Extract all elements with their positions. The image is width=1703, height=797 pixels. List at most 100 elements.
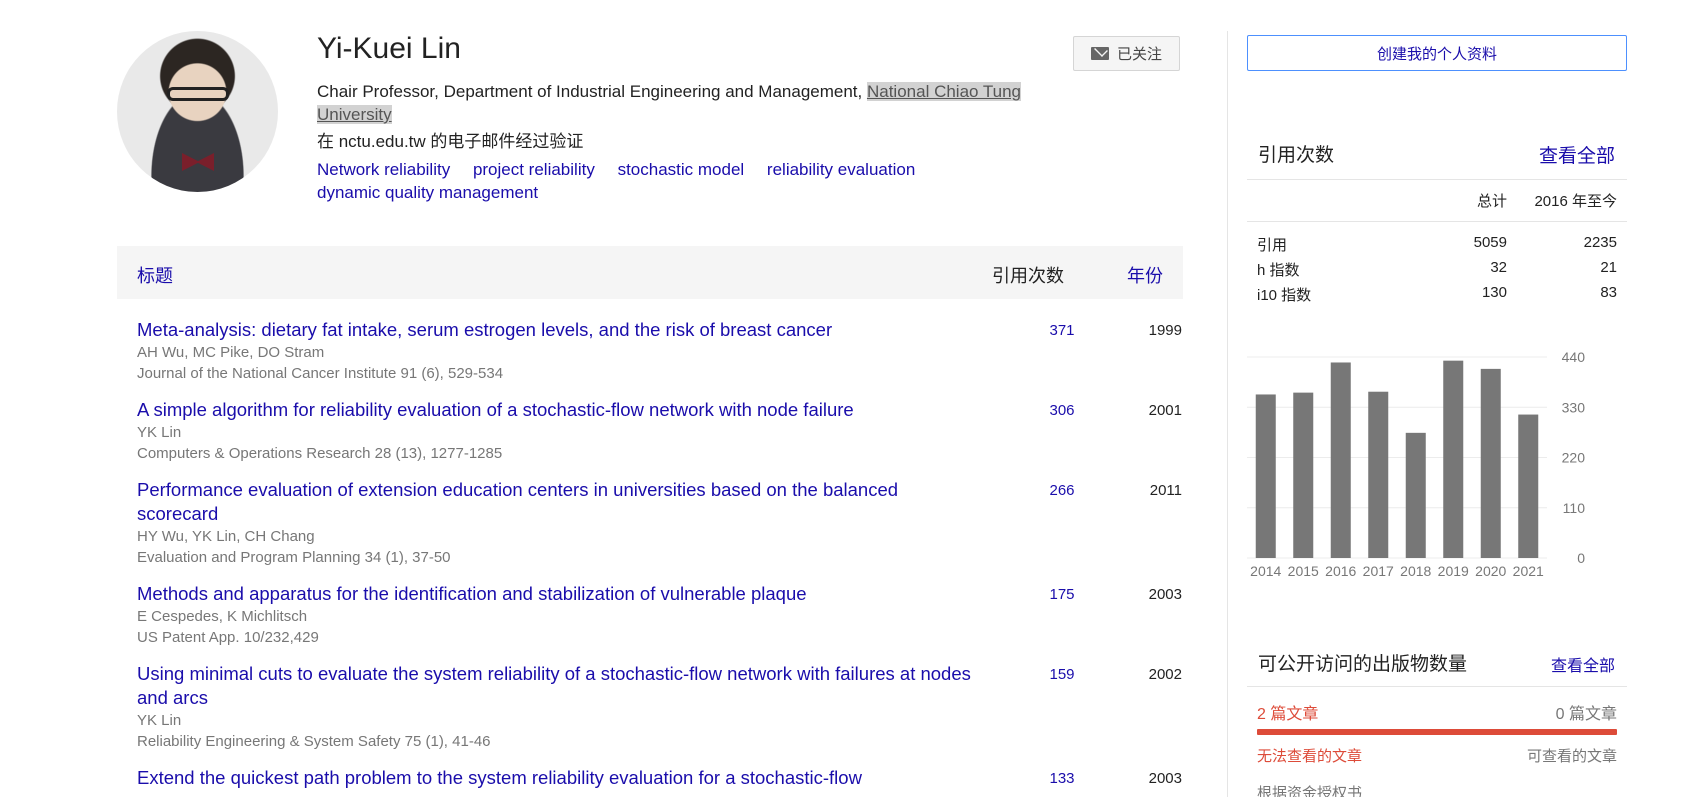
x-tick-label: 2021 — [1513, 563, 1544, 579]
publication-title[interactable]: Methods and apparatus for the identifica… — [137, 582, 977, 606]
publication-year: 2003 — [1148, 586, 1182, 603]
create-profile-button[interactable]: 创建我的个人资料 — [1247, 35, 1627, 71]
see-all-citations-link[interactable]: 查看全部 — [1539, 141, 1615, 168]
citation-metrics: 总计 2016 年至今 — [1247, 190, 1627, 210]
publication-title[interactable]: Extend the quickest path problem to the … — [137, 766, 977, 790]
interest-link[interactable]: reliability evaluation — [767, 160, 915, 179]
profile-name: Yi-Kuei Lin — [317, 32, 461, 65]
divider — [1247, 686, 1627, 687]
chart-bar[interactable] — [1330, 362, 1351, 558]
publication-year: 2002 — [1148, 666, 1182, 683]
citation-metrics-rows: 引用 5059 2235 h 指数 32 21 i10 指数 130 83 — [1247, 234, 1627, 309]
table-row: Meta-analysis: dietary fat intake, serum… — [137, 318, 1183, 384]
citation-count[interactable]: 175 — [1022, 586, 1102, 603]
available-label: 可查看的文章 — [1526, 748, 1617, 765]
citation-count[interactable]: 159 — [1022, 666, 1102, 683]
table-row: A simple algorithm for reliability evalu… — [137, 398, 1183, 464]
table-row: Performance evaluation of extension educ… — [137, 478, 1183, 568]
col-total: 总计 — [1476, 193, 1507, 210]
x-tick-label: 2020 — [1475, 563, 1506, 579]
divider — [1247, 221, 1627, 222]
publications-list: Meta-analysis: dietary fat intake, serum… — [137, 318, 1183, 797]
chart-bar[interactable] — [1293, 392, 1314, 558]
publication-venue: US Patent App. 10/232,429 — [137, 629, 319, 646]
sort-by-title[interactable]: 标题 — [137, 262, 173, 288]
citation-count[interactable]: 306 — [1022, 402, 1102, 419]
metric-total: 32 — [1490, 259, 1507, 276]
metric-since: 21 — [1600, 259, 1617, 276]
sort-by-citations[interactable]: 引用次数 — [992, 262, 1064, 288]
divider — [1247, 179, 1627, 180]
x-tick-label: 2014 — [1250, 563, 1281, 579]
unavailable-count[interactable]: 2 篇文章 — [1257, 700, 1318, 724]
publication-venue: Reliability Engineering & System Safety … — [137, 733, 491, 750]
x-tick-label: 2016 — [1325, 563, 1356, 579]
publication-title[interactable]: Performance evaluation of extension educ… — [137, 478, 977, 526]
y-tick-label: 0 — [1577, 550, 1585, 566]
publication-venue: Evaluation and Program Planning 34 (1), … — [137, 549, 451, 566]
x-tick-label: 2019 — [1438, 563, 1469, 579]
publications-table-header: 标题 引用次数 年份 — [117, 246, 1183, 299]
metric-total: 130 — [1481, 284, 1507, 301]
follow-label: 已关注 — [1116, 46, 1162, 63]
follow-button[interactable]: 已关注 — [1073, 36, 1180, 71]
publication-title[interactable]: A simple algorithm for reliability evalu… — [137, 398, 977, 422]
y-tick-label: 220 — [1562, 450, 1586, 466]
citation-count[interactable]: 266 — [1022, 482, 1102, 499]
sort-by-year[interactable]: 年份 — [1127, 262, 1163, 288]
metric-label: 引用 — [1257, 237, 1288, 254]
x-tick-label: 2015 — [1288, 563, 1319, 579]
publication-venue: Computers & Operations Research 28 (13),… — [137, 445, 503, 462]
cited-by-title: 引用次数 — [1258, 145, 1335, 166]
y-tick-label: 110 — [1563, 500, 1586, 516]
metric-since: 2235 — [1583, 234, 1617, 251]
envelope-icon — [1090, 47, 1109, 60]
interest-link[interactable]: Network reliability — [317, 160, 450, 179]
affiliation: Chair Professor, Department of Industria… — [317, 80, 1057, 126]
citation-count[interactable]: 133 — [1022, 770, 1102, 787]
publication-authors: YK Lin — [137, 424, 182, 441]
metric-row: i10 指数 130 83 — [1247, 284, 1627, 309]
x-tick-label: 2018 — [1400, 563, 1431, 579]
y-tick-label: 440 — [1562, 349, 1586, 365]
metrics-header: 总计 2016 年至今 — [1247, 190, 1627, 210]
chart-bar[interactable] — [1405, 432, 1426, 558]
y-tick-label: 330 — [1562, 399, 1586, 415]
metric-row: h 指数 32 21 — [1247, 259, 1627, 284]
metric-label: i10 指数 — [1257, 287, 1312, 304]
research-interests: Network reliability project reliability … — [317, 158, 1017, 204]
publication-title[interactable]: Using minimal cuts to evaluate the syste… — [137, 662, 977, 710]
publication-year: 1999 — [1148, 322, 1182, 339]
chart-bar[interactable] — [1480, 368, 1501, 558]
chart-bar[interactable] — [1518, 414, 1539, 558]
public-access-title: 可公开访问的出版物数量 — [1258, 654, 1468, 675]
column-divider — [1227, 31, 1228, 797]
see-all-public-access-link[interactable]: 查看全部 — [1551, 652, 1615, 676]
citation-count[interactable]: 371 — [1022, 322, 1102, 339]
table-row: Methods and apparatus for the identifica… — [137, 582, 1183, 648]
publication-year: 2011 — [1149, 482, 1182, 499]
verified-email: 在 nctu.edu.tw 的电子邮件经过验证 — [317, 132, 584, 151]
publication-venue: Journal of the National Cancer Institute… — [137, 365, 504, 382]
metric-since: 83 — [1600, 284, 1617, 301]
publication-authors: YK Lin — [137, 712, 182, 729]
affiliation-text: Chair Professor, Department of Industria… — [317, 82, 867, 101]
metric-label: h 指数 — [1257, 262, 1300, 279]
available-count[interactable]: 0 篇文章 — [1556, 700, 1617, 724]
table-row: Using minimal cuts to evaluate the syste… — [137, 662, 1183, 752]
publication-authors: HY Wu, YK Lin, CH Chang — [137, 528, 315, 545]
interest-link[interactable]: stochastic model — [618, 160, 745, 179]
glasses-shape — [167, 87, 229, 101]
interest-link[interactable]: project reliability — [473, 160, 595, 179]
interest-link[interactable]: dynamic quality management — [317, 183, 538, 202]
col-since: 2016 年至今 — [1534, 193, 1617, 210]
unavailable-label: 无法查看的文章 — [1257, 748, 1363, 765]
publication-title[interactable]: Meta-analysis: dietary fat intake, serum… — [137, 318, 977, 342]
chart-bar[interactable] — [1368, 391, 1389, 558]
chart-bar[interactable] — [1255, 394, 1276, 558]
publication-authors: AH Wu, MC Pike, DO Stram — [137, 344, 325, 361]
x-tick-label: 2017 — [1363, 563, 1394, 579]
chart-bar[interactable] — [1443, 360, 1464, 558]
publication-authors: E Cespedes, K Michlitsch — [137, 608, 308, 625]
bowtie-shape — [182, 153, 214, 171]
